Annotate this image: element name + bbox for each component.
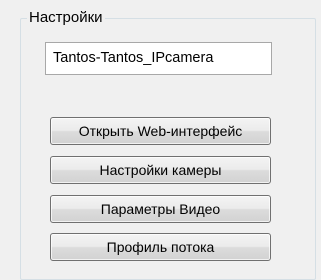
video-parameters-button[interactable]: Параметры Видео xyxy=(50,195,271,223)
open-web-interface-button[interactable]: Открыть Web-интерфейс xyxy=(50,117,271,145)
device-name-field[interactable]: Tantos-Tantos_IPcamera xyxy=(45,42,272,75)
stream-profile-button[interactable]: Профиль потока xyxy=(50,233,271,261)
camera-settings-button[interactable]: Настройки камеры xyxy=(50,156,271,184)
settings-groupbox-title: Настройки xyxy=(27,9,105,27)
